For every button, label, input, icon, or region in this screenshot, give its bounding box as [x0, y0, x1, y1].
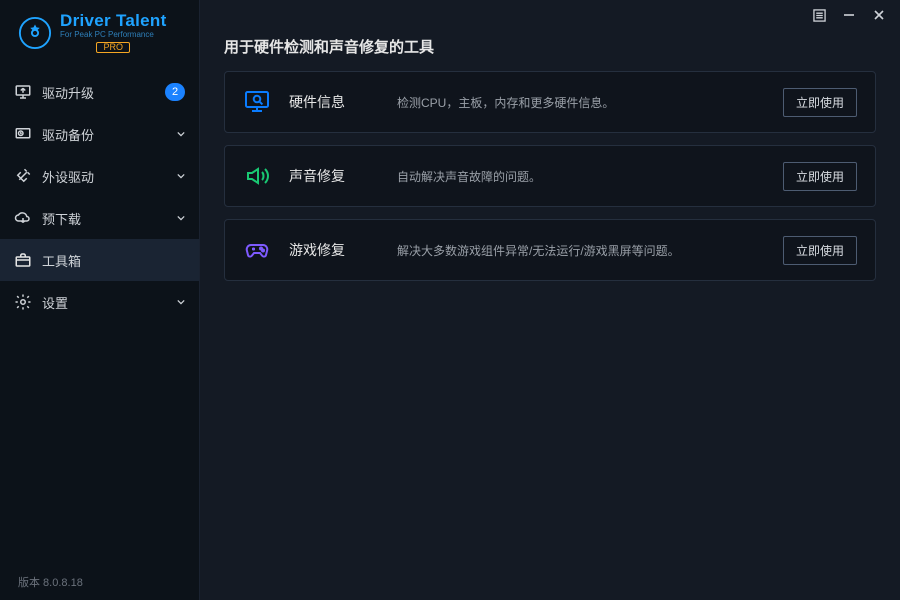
use-now-button[interactable]: 立即使用	[783, 236, 857, 265]
use-now-button[interactable]: 立即使用	[783, 88, 857, 117]
clock-back-icon	[14, 125, 32, 143]
menu-icon[interactable]	[812, 8, 826, 22]
gear-logo-icon	[18, 16, 52, 50]
sidebar-item-driver-update[interactable]: 驱动升级 2	[0, 71, 199, 113]
plug-icon	[14, 167, 32, 185]
monitor-search-icon	[243, 88, 271, 116]
main: 用于硬件检测和声音修复的工具 硬件信息 检测CPU，主板，内存和更多硬件信息。 …	[200, 0, 900, 600]
sidebar: Driver Talent For Peak PC Performance PR…	[0, 0, 200, 600]
sidebar-item-label: 设置	[42, 293, 167, 312]
window-controls	[200, 0, 900, 30]
page-title: 用于硬件检测和声音修复的工具	[200, 30, 900, 71]
app-edition-badge: PRO	[96, 42, 130, 53]
tool-name: 声音修复	[289, 166, 379, 186]
minimize-icon[interactable]	[842, 8, 856, 22]
nav: 驱动升级 2 驱动备份 外设驱动	[0, 71, 199, 323]
chevron-down-icon	[177, 130, 185, 138]
cloud-down-icon	[14, 209, 32, 227]
sidebar-item-label: 驱动备份	[42, 125, 167, 144]
toolbox-icon	[14, 251, 32, 269]
sidebar-item-toolbox[interactable]: 工具箱	[0, 239, 199, 281]
tool-name: 硬件信息	[289, 92, 379, 112]
sidebar-item-label: 驱动升级	[42, 83, 155, 102]
tool-card-hardware: 硬件信息 检测CPU，主板，内存和更多硬件信息。 立即使用	[224, 71, 876, 133]
tool-name: 游戏修复	[289, 240, 379, 260]
tool-card-sound: 声音修复 自动解决声音故障的问题。 立即使用	[224, 145, 876, 207]
tool-card-game: 游戏修复 解决大多数游戏组件异常/无法运行/游戏黑屏等问题。 立即使用	[224, 219, 876, 281]
version-label: 版本 8.0.8.18	[0, 564, 199, 600]
tool-desc: 自动解决声音故障的问题。	[397, 168, 765, 185]
sidebar-item-label: 工具箱	[42, 251, 185, 270]
close-icon[interactable]	[872, 8, 886, 22]
chevron-down-icon	[177, 214, 185, 222]
sidebar-item-driver-backup[interactable]: 驱动备份	[0, 113, 199, 155]
app-logo: Driver Talent For Peak PC Performance PR…	[0, 0, 199, 61]
use-now-button[interactable]: 立即使用	[783, 162, 857, 191]
speaker-icon	[243, 162, 271, 190]
gear-icon	[14, 293, 32, 311]
tool-desc: 解决大多数游戏组件异常/无法运行/游戏黑屏等问题。	[397, 242, 765, 259]
update-count-badge: 2	[165, 83, 185, 101]
tool-desc: 检测CPU，主板，内存和更多硬件信息。	[397, 94, 765, 111]
sidebar-item-label: 外设驱动	[42, 167, 167, 186]
sidebar-item-predownload[interactable]: 预下载	[0, 197, 199, 239]
monitor-up-icon	[14, 83, 32, 101]
sidebar-item-settings[interactable]: 设置	[0, 281, 199, 323]
tool-list: 硬件信息 检测CPU，主板，内存和更多硬件信息。 立即使用 声音修复 自动解决声…	[200, 71, 900, 281]
sidebar-item-peripheral[interactable]: 外设驱动	[0, 155, 199, 197]
app-title: Driver Talent	[60, 12, 167, 29]
chevron-down-icon	[177, 298, 185, 306]
app-subtitle: For Peak PC Performance	[60, 31, 167, 39]
sidebar-item-label: 预下载	[42, 209, 167, 228]
chevron-down-icon	[177, 172, 185, 180]
gamepad-icon	[243, 236, 271, 264]
